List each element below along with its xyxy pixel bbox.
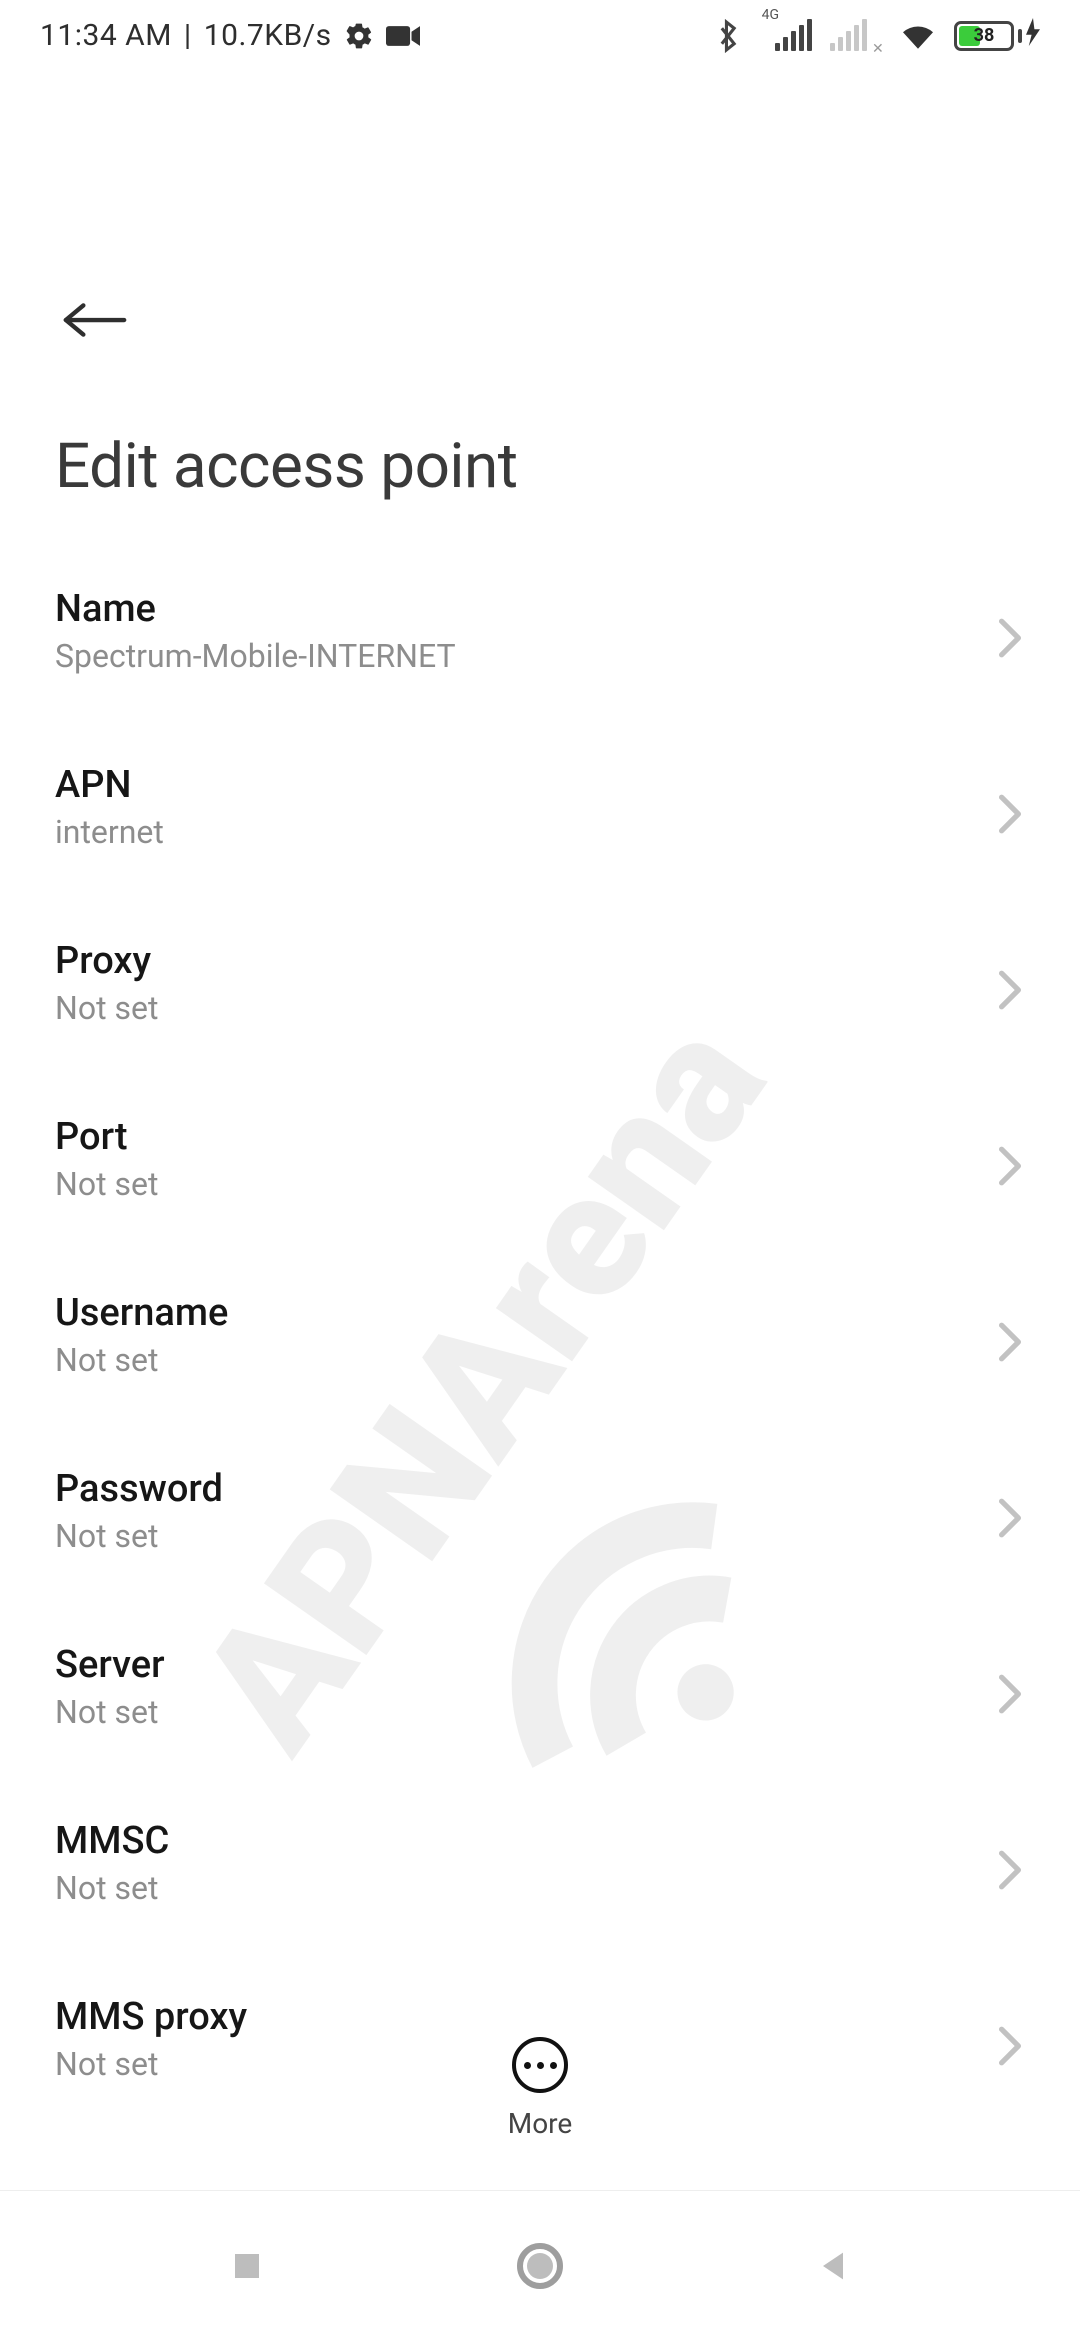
cell-signal-2: ✕ bbox=[830, 21, 882, 51]
wifi-icon bbox=[900, 21, 936, 51]
battery-indicator: 38 bbox=[954, 18, 1040, 53]
back-button[interactable] bbox=[55, 280, 135, 360]
row-label: MMSC bbox=[55, 1819, 169, 1863]
row-value: Not set bbox=[55, 1869, 169, 1907]
row-label: Password bbox=[55, 1467, 223, 1511]
triangle-left-icon bbox=[813, 2246, 853, 2286]
more-icon bbox=[512, 2037, 568, 2093]
chevron-right-icon bbox=[997, 1497, 1025, 1525]
battery-percent: 38 bbox=[957, 25, 1011, 46]
status-speed: 10.7KB/s bbox=[204, 18, 332, 53]
row-value: internet bbox=[55, 813, 164, 851]
arrow-left-icon bbox=[60, 300, 130, 340]
signal-bars-icon bbox=[775, 21, 812, 51]
status-right: 4G ✕ 38 bbox=[716, 18, 1040, 53]
row-label: APN bbox=[55, 763, 164, 807]
row-apn[interactable]: APN internet bbox=[55, 719, 1025, 895]
row-value: Not set bbox=[55, 989, 158, 1027]
nav-back-button[interactable] bbox=[805, 2238, 861, 2294]
chevron-right-icon bbox=[997, 1321, 1025, 1349]
row-server[interactable]: Server Not set bbox=[55, 1599, 1025, 1775]
status-left: 11:34 AM | 10.7KB/s bbox=[40, 18, 420, 53]
more-label: More bbox=[508, 2107, 573, 2140]
row-label: Port bbox=[55, 1115, 158, 1159]
chevron-right-icon bbox=[997, 793, 1025, 821]
gear-icon bbox=[344, 21, 374, 51]
row-name[interactable]: Name Spectrum-Mobile-INTERNET bbox=[55, 543, 1025, 719]
more-button[interactable]: More bbox=[0, 2037, 1080, 2140]
row-label: Proxy bbox=[55, 939, 158, 983]
no-sim-x-icon: ✕ bbox=[872, 41, 882, 51]
status-time: 11:34 AM bbox=[40, 18, 172, 53]
status-sep: | bbox=[184, 18, 192, 53]
status-bar: 11:34 AM | 10.7KB/s 4G ✕ 38 bbox=[0, 0, 1080, 63]
chevron-right-icon bbox=[997, 969, 1025, 997]
row-value: Not set bbox=[55, 1165, 158, 1203]
row-value: Not set bbox=[55, 1693, 165, 1731]
circle-icon bbox=[516, 2242, 564, 2290]
row-value: Not set bbox=[55, 1341, 228, 1379]
chevron-right-icon bbox=[997, 1145, 1025, 1173]
system-nav-bar bbox=[0, 2190, 1080, 2340]
row-port[interactable]: Port Not set bbox=[55, 1071, 1025, 1247]
row-password[interactable]: Password Not set bbox=[55, 1423, 1025, 1599]
chevron-right-icon bbox=[997, 1849, 1025, 1877]
charging-icon bbox=[1026, 18, 1040, 53]
row-value: Not set bbox=[55, 1517, 223, 1555]
settings-list: Name Spectrum-Mobile-INTERNET APN intern… bbox=[0, 543, 1080, 2127]
square-icon bbox=[229, 2248, 265, 2284]
row-label: Name bbox=[55, 587, 456, 631]
cell-signal-1: 4G bbox=[758, 21, 812, 51]
camera-icon bbox=[386, 24, 420, 48]
row-label: Server bbox=[55, 1643, 165, 1687]
row-mmsc[interactable]: MMSC Not set bbox=[55, 1775, 1025, 1951]
bluetooth-icon bbox=[716, 19, 740, 53]
page-title: Edit access point bbox=[0, 370, 1080, 543]
chevron-right-icon bbox=[997, 617, 1025, 645]
nav-recents-button[interactable] bbox=[219, 2238, 275, 2294]
row-value: Spectrum-Mobile-INTERNET bbox=[55, 637, 456, 675]
network-type-label: 4G bbox=[762, 7, 779, 37]
row-label: Username bbox=[55, 1291, 228, 1335]
row-proxy[interactable]: Proxy Not set bbox=[55, 895, 1025, 1071]
nav-home-button[interactable] bbox=[512, 2238, 568, 2294]
chevron-right-icon bbox=[997, 1673, 1025, 1701]
row-label: MMS proxy bbox=[55, 1995, 247, 2039]
row-username[interactable]: Username Not set bbox=[55, 1247, 1025, 1423]
